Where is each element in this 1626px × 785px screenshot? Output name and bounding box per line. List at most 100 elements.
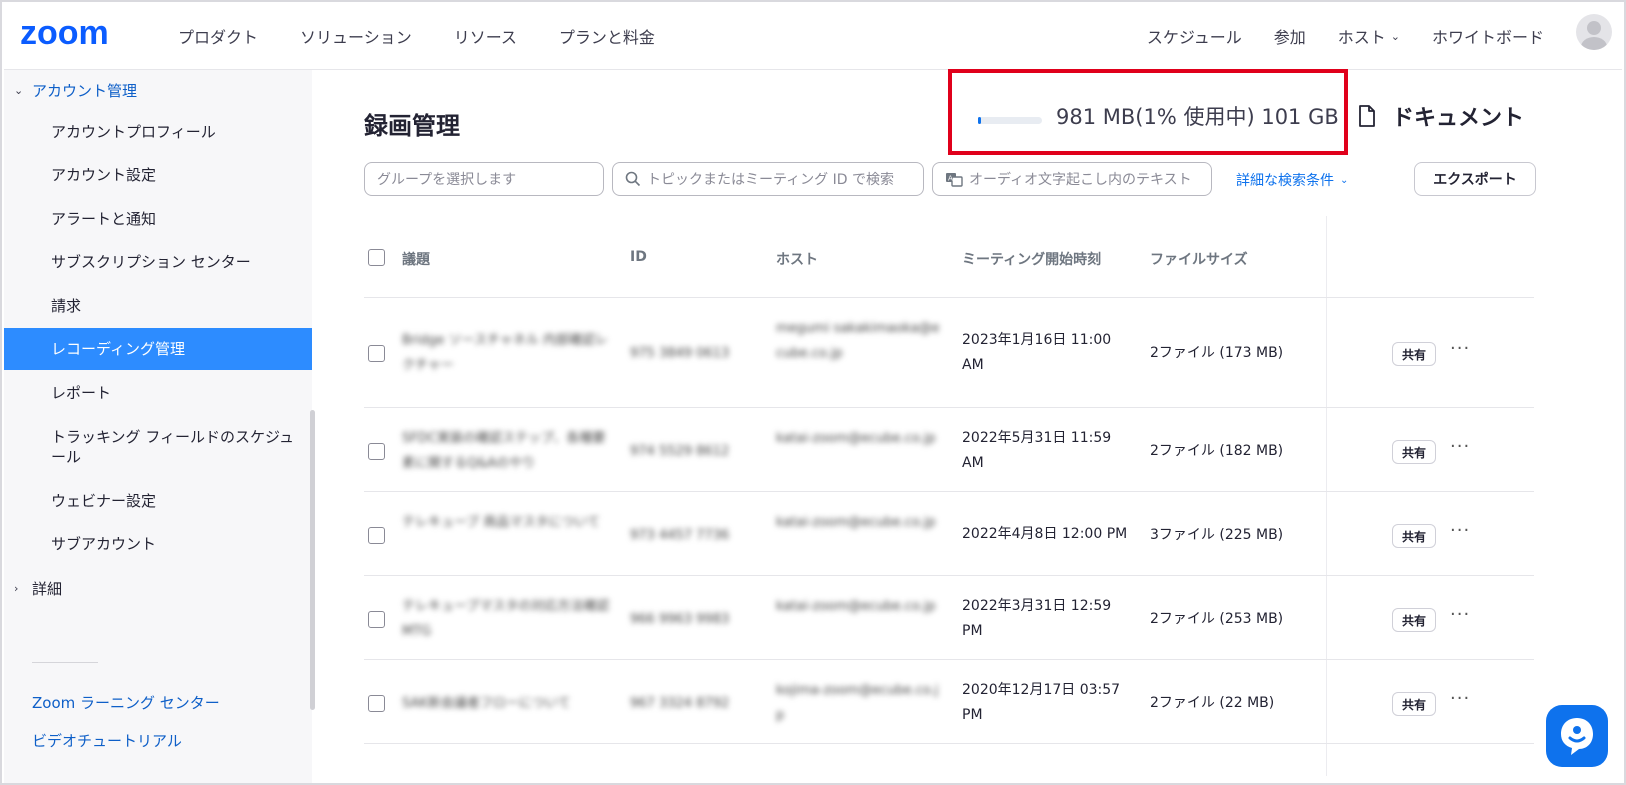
sidebar-divider xyxy=(32,662,98,663)
table-row[interactable]: SAK新会議者フローについて 967 3324 8792 kojima-zoom… xyxy=(364,660,1534,744)
nav-resources[interactable]: リソース xyxy=(454,24,517,48)
row-host: kojima-zoom@ecube.co.jp xyxy=(776,683,939,723)
select-all-checkbox[interactable] xyxy=(368,249,385,266)
column-start-time[interactable]: ミーティング開始時刻 xyxy=(962,249,1101,269)
more-options-icon[interactable]: ··· xyxy=(1450,338,1470,359)
sidebar-item-reports[interactable]: レポート xyxy=(4,383,312,403)
row-id: 967 3324 8792 xyxy=(630,696,730,711)
sidebar-item-account-profile[interactable]: アカウントプロフィール xyxy=(4,122,312,142)
translate-icon: A xyxy=(946,173,963,187)
nav-solutions[interactable]: ソリューション xyxy=(300,24,412,48)
storage-progress-bar xyxy=(978,117,1042,124)
sidebar-section-label: 詳細 xyxy=(32,580,63,598)
advanced-search-label: 詳細な検索条件 xyxy=(1236,173,1334,189)
documents-link[interactable]: ドキュメント xyxy=(1358,100,1524,132)
main-content: 録画管理 981 MB(1% 使用中) 101 GB ドキュメント グループを選… xyxy=(312,69,1622,781)
share-button[interactable]: 共有 xyxy=(1392,440,1436,464)
zoom-logo[interactable]: zoom xyxy=(20,14,136,52)
sidebar-item-alerts[interactable]: アラートと通知 xyxy=(4,209,312,229)
main-menu: プロダクト ソリューション リソース プランと料金 xyxy=(178,24,697,48)
row-file-size[interactable]: 2ファイル (253 MB) xyxy=(1150,607,1283,632)
chevron-right-icon: › xyxy=(14,582,19,595)
row-checkbox[interactable] xyxy=(368,527,385,544)
support-chat-button[interactable] xyxy=(1546,705,1608,767)
sidebar-item-webinar-settings[interactable]: ウェビナー設定 xyxy=(4,491,312,511)
transcript-search-input[interactable]: A オーディオ文字起こし内のテキスト xyxy=(932,162,1212,196)
topic-search-input[interactable]: トピックまたはミーティング ID で検索 xyxy=(612,162,924,196)
more-options-icon[interactable]: ··· xyxy=(1450,604,1470,625)
share-button[interactable]: 共有 xyxy=(1392,342,1436,366)
row-checkbox[interactable] xyxy=(368,443,385,460)
share-button[interactable]: 共有 xyxy=(1392,692,1436,716)
nav-schedule[interactable]: スケジュール xyxy=(1147,24,1242,48)
more-options-icon[interactable]: ··· xyxy=(1450,436,1470,457)
chevron-down-icon: ⌄ xyxy=(1340,174,1349,186)
video-tutorials-link[interactable]: ビデオチュートリアル xyxy=(32,730,182,751)
recordings-table: 議題 ID ホスト ミーティング開始時刻 ファイルサイズ Bridge ソースチ… xyxy=(364,216,1534,744)
row-host: katai-zoom@ecube.co.jp xyxy=(776,431,936,446)
more-options-icon[interactable]: ··· xyxy=(1450,520,1470,541)
top-navigation: zoom プロダクト ソリューション リソース プランと料金 スケジュール 参加… xyxy=(4,4,1622,70)
row-id: 975 3849 0613 xyxy=(630,346,730,361)
row-checkbox[interactable] xyxy=(368,611,385,628)
table-row[interactable]: SFDC実装の確認ステップ、各種要素に関するQ&Aのやり 974 5529 86… xyxy=(364,408,1534,492)
row-start-time: 2022年3月31日 12:59 PM xyxy=(962,598,1112,639)
chat-bot-icon xyxy=(1561,718,1593,755)
row-topic[interactable]: SAK新会議者フローについて xyxy=(402,691,612,716)
row-start-time: 2022年5月31日 11:59 AM xyxy=(962,430,1112,471)
row-id: 974 5529 8612 xyxy=(630,444,730,459)
avatar-body-shape xyxy=(1581,37,1607,50)
table-row[interactable]: Bridge ソースチャネル 内部確認レクチャー 975 3849 0613 m… xyxy=(364,298,1534,408)
share-button[interactable]: 共有 xyxy=(1392,524,1436,548)
sidebar-item-sub-accounts[interactable]: サブアカウント xyxy=(4,534,312,554)
row-topic[interactable]: Bridge ソースチャネル 内部確認レクチャー xyxy=(402,328,612,378)
group-select-placeholder: グループを選択します xyxy=(377,172,517,188)
nav-products[interactable]: プロダクト xyxy=(178,24,258,48)
column-file-size[interactable]: ファイルサイズ xyxy=(1150,249,1248,269)
row-host: katai-zoom@ecube.co.jp xyxy=(776,599,936,614)
learning-center-link[interactable]: Zoom ラーニング センター xyxy=(32,692,220,713)
table-row[interactable]: テレキューブ 商品マスタについて 973 4457 7736 katai-zoo… xyxy=(364,492,1534,576)
row-checkbox[interactable] xyxy=(368,695,385,712)
sidebar-item-billing[interactable]: 請求 xyxy=(4,296,312,316)
column-id[interactable]: ID xyxy=(630,249,647,265)
sidebar: ⌄ アカウント管理 アカウントプロフィール アカウント設定 アラートと通知 サブ… xyxy=(4,70,315,783)
row-file-size[interactable]: 2ファイル (182 MB) xyxy=(1150,439,1283,464)
column-topic[interactable]: 議題 xyxy=(402,249,430,269)
advanced-search-toggle[interactable]: 詳細な検索条件 ⌄ xyxy=(1236,170,1348,190)
page-title: 録画管理 xyxy=(364,112,460,140)
table-row[interactable]: テレキューブマスタの対応方法確認MTG 966 9963 9983 katai-… xyxy=(364,576,1534,660)
search-icon xyxy=(625,171,641,187)
export-button[interactable]: エクスポート xyxy=(1414,162,1536,196)
row-id: 966 9963 9983 xyxy=(630,612,730,627)
documents-label: ドキュメント xyxy=(1392,106,1525,131)
column-host[interactable]: ホスト xyxy=(776,249,818,269)
row-checkbox[interactable] xyxy=(368,345,385,362)
row-file-size[interactable]: 2ファイル (173 MB) xyxy=(1150,341,1283,366)
nav-pricing[interactable]: プランと料金 xyxy=(559,24,655,48)
chevron-down-icon: ⌄ xyxy=(1390,29,1400,43)
avatar-head-shape xyxy=(1587,21,1601,35)
row-topic[interactable]: テレキューブ 商品マスタについて xyxy=(402,510,612,535)
storage-progress-fill xyxy=(978,117,981,124)
group-select[interactable]: グループを選択します xyxy=(364,162,604,196)
nav-whiteboard[interactable]: ホワイトボード xyxy=(1432,24,1544,48)
row-file-size[interactable]: 2ファイル (22 MB) xyxy=(1150,691,1274,716)
storage-usage-highlight: 981 MB(1% 使用中) 101 GB xyxy=(948,69,1348,155)
sidebar-item-recording-management[interactable]: レコーディング管理 xyxy=(4,328,312,370)
row-topic[interactable]: テレキューブマスタの対応方法確認MTG xyxy=(402,594,612,644)
sidebar-item-subscription[interactable]: サブスクリプション センター xyxy=(4,252,312,272)
row-file-size[interactable]: 3ファイル (225 MB) xyxy=(1150,523,1283,548)
avatar[interactable] xyxy=(1576,14,1612,50)
share-button[interactable]: 共有 xyxy=(1392,608,1436,632)
chevron-down-icon: ⌄ xyxy=(14,84,24,97)
sidebar-item-tracking-fields[interactable]: トラッキング フィールドのスケジュール xyxy=(4,427,304,467)
nav-join[interactable]: 参加 xyxy=(1274,24,1306,48)
sidebar-item-account-settings[interactable]: アカウント設定 xyxy=(4,165,312,185)
row-topic[interactable]: SFDC実装の確認ステップ、各種要素に関するQ&Aのやり xyxy=(402,426,612,476)
nav-host[interactable]: ホスト ⌄ xyxy=(1338,24,1400,48)
sidebar-section-details[interactable]: › 詳細 xyxy=(14,578,62,599)
sidebar-section-account[interactable]: ⌄ アカウント管理 xyxy=(14,80,137,101)
document-icon xyxy=(1359,105,1375,127)
more-options-icon[interactable]: ··· xyxy=(1450,688,1470,709)
